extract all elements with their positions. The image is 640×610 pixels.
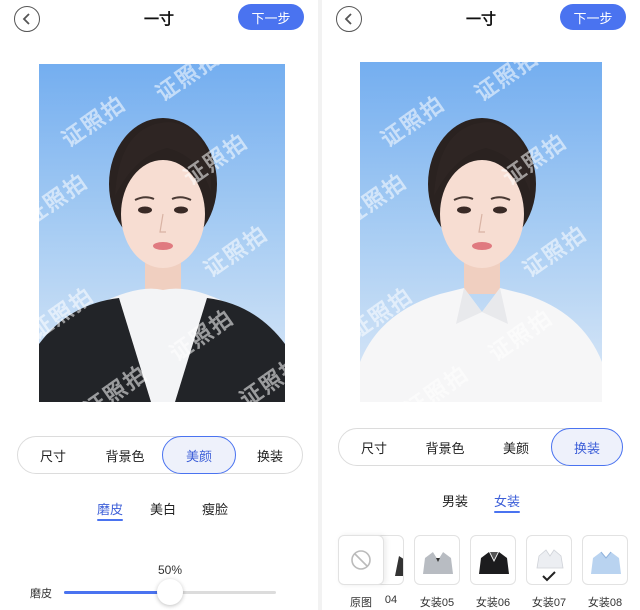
subtab-women[interactable]: 女装 <box>494 491 520 510</box>
check-icon <box>542 571 556 582</box>
tab-outfit[interactable]: 换装 <box>236 437 304 473</box>
id-photo-preview: 证照拍 证照拍 证照拍 证照拍 证照拍 证照拍 证照拍 证照拍 <box>360 62 602 402</box>
next-step-button[interactable]: 下一步 <box>560 4 626 30</box>
subtab-whiten[interactable]: 美白 <box>150 499 176 518</box>
outfit-label-08: 女装08 <box>587 597 623 609</box>
outfit-thumb-06[interactable] <box>470 535 516 585</box>
slider-label: 磨皮 <box>30 588 52 600</box>
next-step-button[interactable]: 下一步 <box>238 4 304 30</box>
outfit-thumb-05[interactable] <box>414 535 460 585</box>
edit-tabbar: 尺寸 背景色 美颜 换装 <box>338 428 623 466</box>
tab-background-color[interactable]: 背景色 <box>409 429 481 465</box>
id-photo-preview: 证照拍 证照拍 证照拍 证照拍 证照拍 证照拍 证照拍 证照拍 证照拍 <box>39 64 285 402</box>
subtab-smooth-skin[interactable]: 磨皮 <box>97 499 123 518</box>
subtab-underline <box>97 519 123 521</box>
outfit-label-07: 女装07 <box>531 597 567 609</box>
outfit-thumb-07[interactable] <box>526 535 572 585</box>
outfit-thumb-08[interactable] <box>582 535 628 585</box>
outfit-gray-suit-icon <box>423 550 453 574</box>
outfit-label-06: 女装06 <box>475 597 511 609</box>
tab-size[interactable]: 尺寸 <box>18 437 88 473</box>
tab-background-color[interactable]: 背景色 <box>90 437 160 473</box>
slider-thumb[interactable] <box>157 579 183 605</box>
outfit-light-blue-shirt-icon <box>591 551 621 574</box>
tab-beauty[interactable]: 美颜 <box>162 436 236 474</box>
tab-beauty[interactable]: 美颜 <box>483 429 549 465</box>
outfit-original-button[interactable] <box>338 535 384 585</box>
none-icon <box>351 550 371 570</box>
subtab-slim-face[interactable]: 瘦脸 <box>202 499 228 518</box>
edit-tabbar: 尺寸 背景色 美颜 换装 <box>17 436 303 474</box>
beauty-screen: 一寸 下一步 证照拍 证照拍 证照拍 证照拍 证照拍 证照拍 证照拍 证照拍 证… <box>0 0 318 610</box>
tab-outfit[interactable]: 换装 <box>551 428 623 466</box>
outfit-label-05: 女装05 <box>419 597 455 609</box>
subtab-men[interactable]: 男装 <box>442 491 468 510</box>
slider-fill <box>64 591 170 594</box>
outfit-black-suit-icon <box>479 552 509 574</box>
outfit-screen: 一寸 下一步 证照拍 证照拍 证照拍 证照拍 证照拍 证照拍 证照拍 证照拍 尺… <box>322 0 640 610</box>
subtab-underline <box>494 511 520 513</box>
slider-value: 50% <box>158 563 183 577</box>
outfit-white-shirt-icon <box>536 549 564 582</box>
tab-size[interactable]: 尺寸 <box>339 429 409 465</box>
